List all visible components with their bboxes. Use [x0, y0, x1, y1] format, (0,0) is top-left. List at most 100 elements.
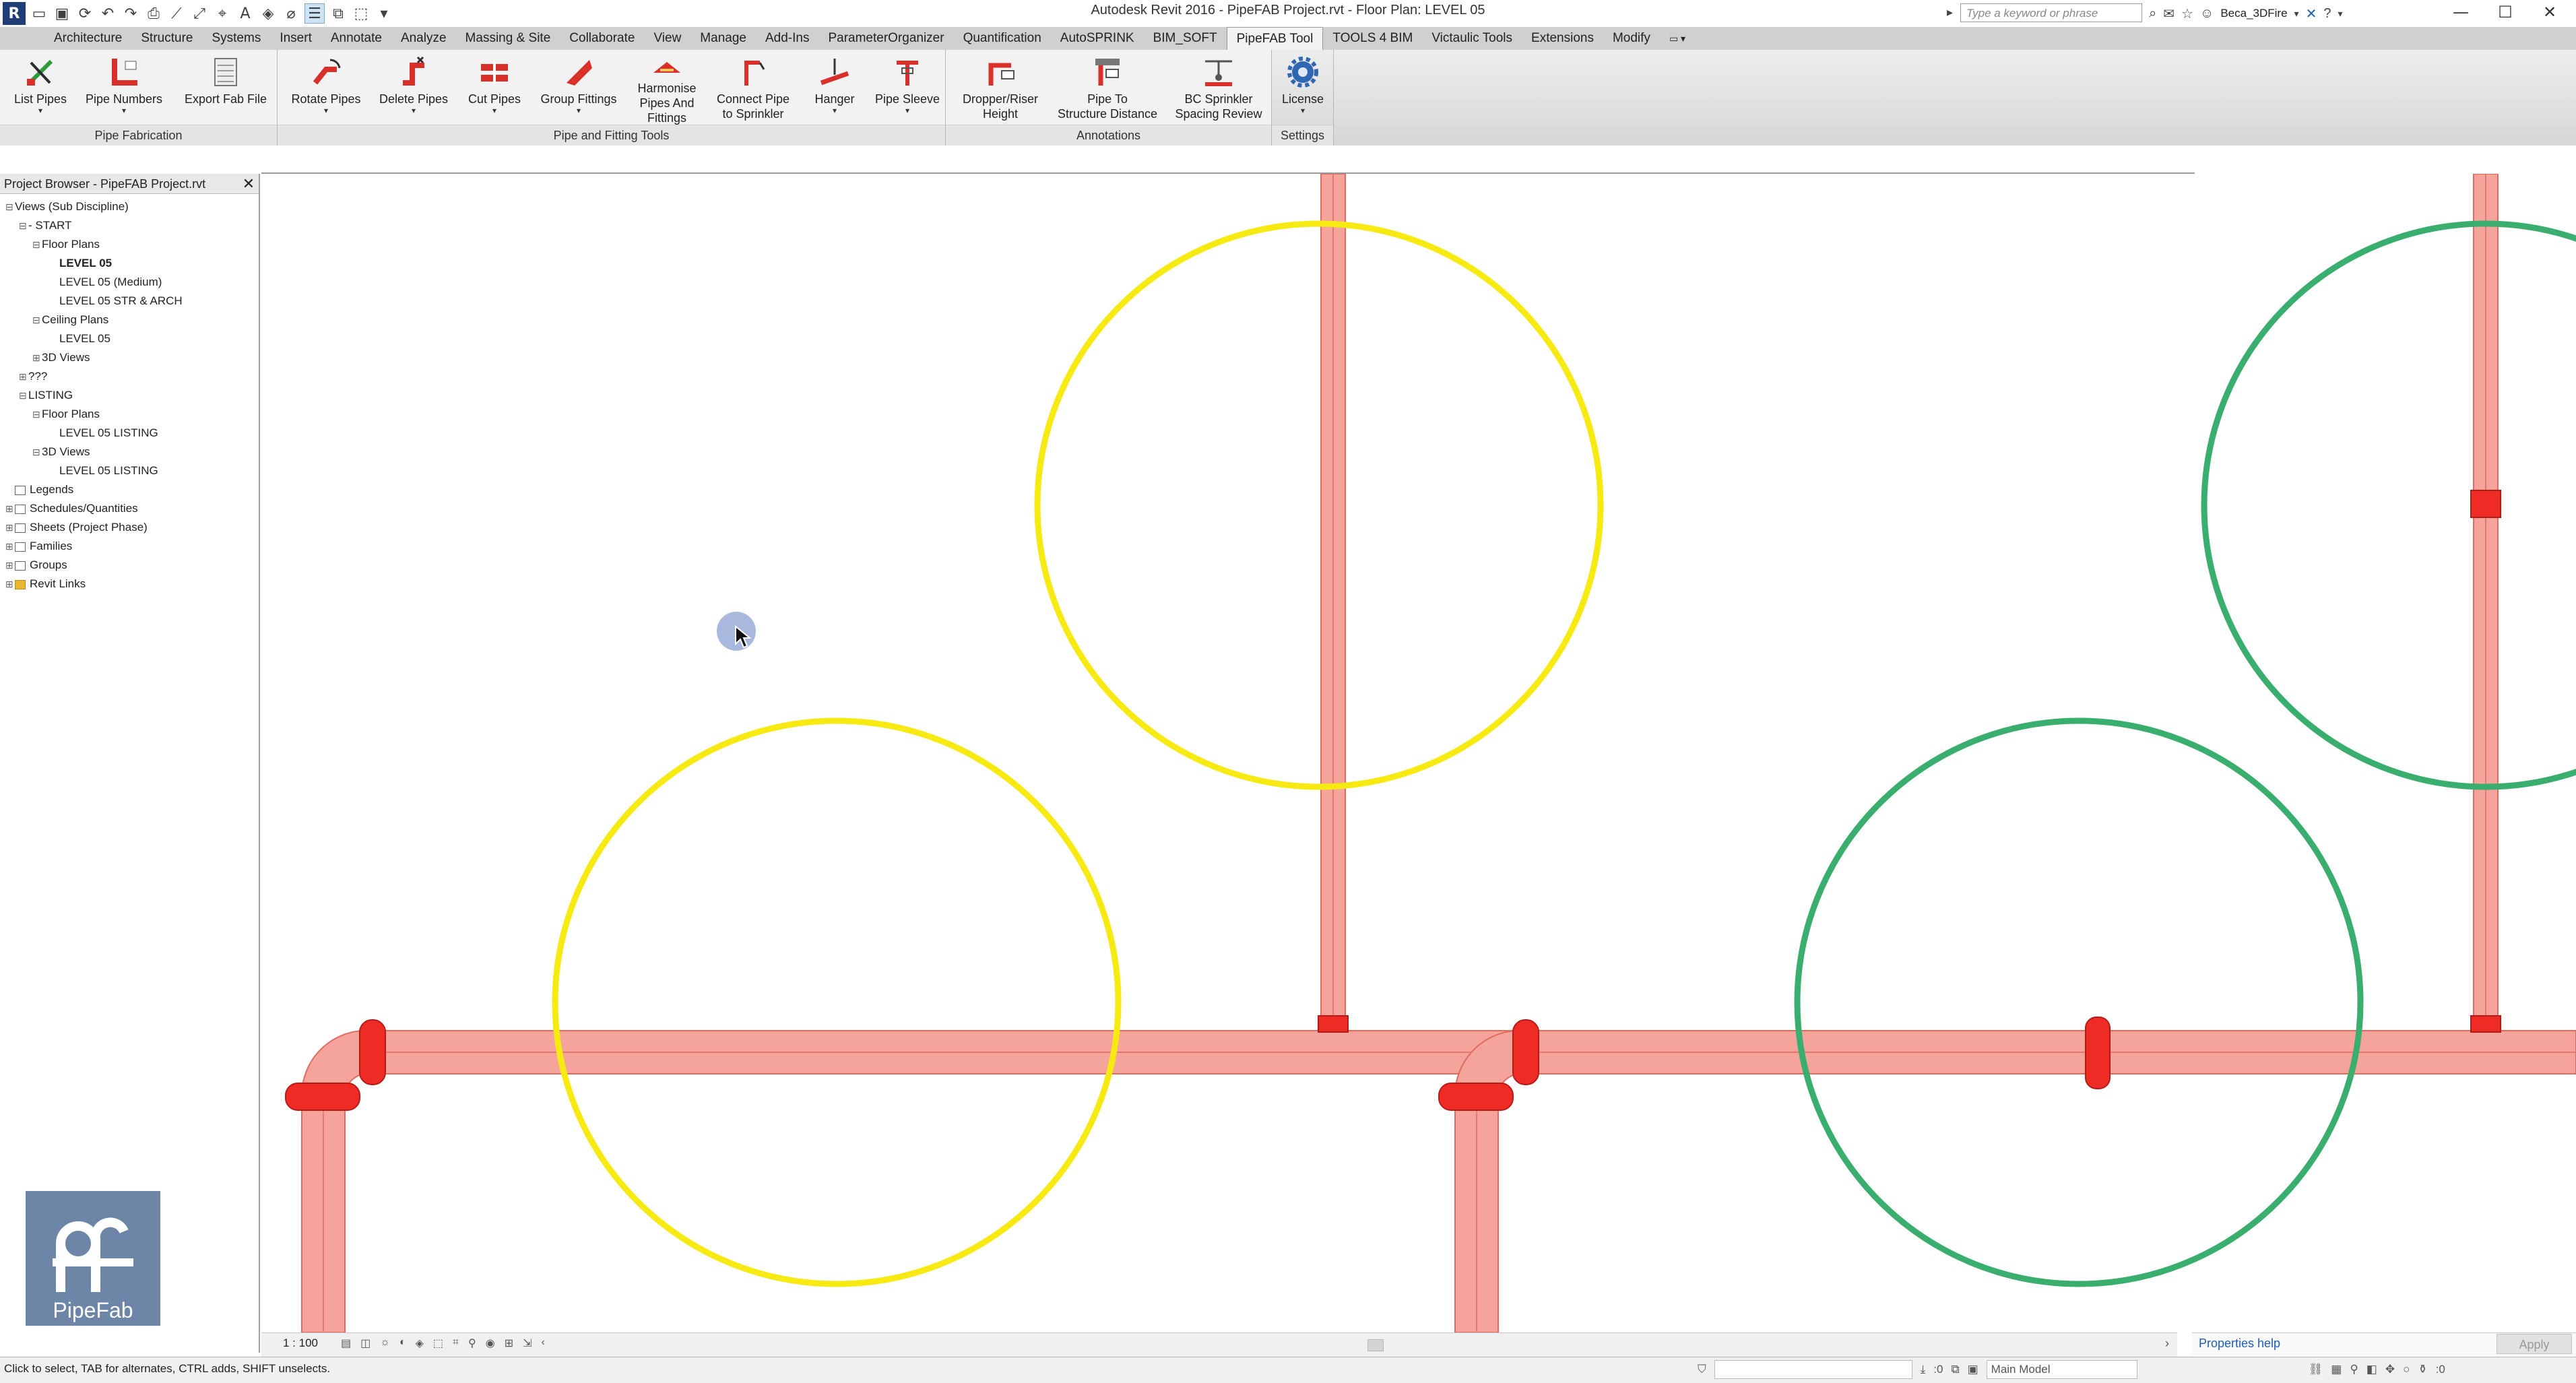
tab-insert[interactable]: Insert [270, 27, 321, 50]
tab-extensions[interactable]: Extensions [1522, 27, 1603, 50]
tab-collaborate[interactable]: Collaborate [560, 27, 644, 50]
sprinkler-coverage-circle[interactable] [552, 717, 1122, 1287]
tab-bim-soft[interactable]: BIM_SOFT [1144, 27, 1227, 50]
sprinkler-coverage-circle[interactable] [1034, 220, 1604, 790]
filter-icon[interactable]: ⚱ [2418, 1363, 2427, 1376]
tree-item-level-05-medium[interactable]: LEVEL 05 (Medium) [59, 274, 162, 291]
collapse-icon[interactable]: ⊟ [5, 198, 15, 216]
collapse-icon[interactable]: ⊟ [19, 387, 28, 404]
tab-add-ins[interactable]: Add-Ins [756, 27, 818, 50]
sprinkler-coverage-circle-ok[interactable] [2201, 220, 2576, 790]
tab-modify[interactable]: Modify [1603, 27, 1660, 50]
group-fittings-button[interactable]: Group Fittings ▾ [535, 50, 622, 125]
binoculars-icon[interactable]: ⌕ [2149, 6, 2156, 22]
minimize-icon[interactable]: — [2439, 0, 2483, 24]
user-name[interactable]: Beca_3DFire [2220, 7, 2287, 20]
tree-item-sheets[interactable]: ⊞ Sheets (Project Phase) [5, 519, 148, 536]
tab-victaulic-tools[interactable]: Victaulic Tools [1422, 27, 1522, 50]
detail-level-icon[interactable]: ▤ [341, 1337, 351, 1350]
design-options-icon[interactable]: ⧉ [1951, 1363, 1959, 1376]
editable-only-icon[interactable]: ⤓ [1921, 1363, 1926, 1376]
tree-item-legends[interactable]: Legends [5, 481, 73, 498]
background-process-icon[interactable]: ○ [2403, 1363, 2410, 1376]
maximize-icon[interactable]: ☐ [2483, 0, 2527, 24]
tab-annotate[interactable]: Annotate [321, 27, 391, 50]
tab-quantification[interactable]: Quantification [954, 27, 1051, 50]
user-icon[interactable]: ☺ [2200, 6, 2214, 22]
bc-sprinkler-spacing-review-button[interactable]: BC Sprinkler Spacing Review [1168, 50, 1269, 125]
select-pinned-icon[interactable]: ⚲ [2350, 1363, 2358, 1376]
workset-icon[interactable]: ⛉ [1698, 1363, 1706, 1376]
expand-icon[interactable]: ⊞ [5, 538, 15, 555]
tree-item-ceiling-level-05[interactable]: LEVEL 05 [59, 330, 110, 348]
visual-style-icon[interactable]: ◫ [360, 1337, 371, 1350]
sun-path-icon[interactable]: ☼ [380, 1337, 390, 1350]
help-icon[interactable]: ? [2323, 6, 2331, 22]
select-by-face-icon[interactable]: ◧ [2366, 1363, 2377, 1376]
reveal-hidden-icon[interactable]: ◉ [486, 1337, 495, 1350]
drag-elements-icon[interactable]: ✥ [2385, 1363, 2395, 1376]
shadows-icon[interactable]: ◐ [399, 1337, 406, 1350]
rotate-pipes-button[interactable]: Rotate Pipes ▾ [288, 50, 364, 125]
tree-item-groups[interactable]: ⊞ Groups [5, 556, 67, 574]
close-icon[interactable]: ✕ [240, 174, 257, 194]
horizontal-scrollbar[interactable]: › [593, 1337, 2169, 1351]
pipe-to-structure-distance-button[interactable]: Pipe To Structure Distance [1054, 50, 1161, 125]
tree-item-level-05-listing[interactable]: LEVEL 05 LISTING [59, 424, 158, 442]
tab-manage[interactable]: Manage [690, 27, 756, 50]
pipe-run-right[interactable] [1454, 173, 2576, 1333]
exclude-options-icon[interactable]: ▣ [1968, 1363, 1978, 1376]
expand-icon[interactable]: ⊞ [19, 368, 28, 385]
tab-analyze[interactable]: Analyze [391, 27, 456, 50]
highlight-displacement-icon[interactable]: ⇲ [523, 1337, 532, 1350]
tree-item-listing-floor-plans[interactable]: ⊟ Floor Plans [32, 406, 100, 423]
tree-item-views[interactable]: ⊟ Views (Sub Discipline) [5, 198, 129, 216]
ribbon-minimize-icon[interactable]: ▭ ▾ [1660, 27, 1695, 50]
search-expand-icon[interactable]: ▸ [1947, 5, 1953, 20]
tab-tools-4-bim[interactable]: TOOLS 4 BIM [1323, 27, 1422, 50]
tree-item-floor-plans[interactable]: ⊟ Floor Plans [32, 236, 100, 253]
tab-parameter-organizer[interactable]: ParameterOrganizer [818, 27, 953, 50]
tree-item-level-05-str-arch[interactable]: LEVEL 05 STR & ARCH [59, 292, 183, 310]
design-option-selector[interactable]: Main Model [1986, 1360, 2137, 1379]
harmonise-pipes-fittings-button[interactable]: Harmonise Pipes And Fittings [626, 50, 707, 125]
view-scale[interactable]: 1 : 100 [283, 1337, 318, 1350]
expand-icon[interactable]: ⊞ [5, 575, 15, 593]
tab-pipefab-tool[interactable]: PipeFAB Tool [1226, 26, 1324, 51]
expand-icon[interactable]: ⊞ [32, 349, 42, 366]
analytical-model-icon[interactable]: ⊞ [505, 1337, 513, 1350]
hanger-button[interactable]: Hanger ▾ [804, 50, 865, 125]
select-underlay-icon[interactable]: ▦ [2331, 1363, 2342, 1376]
cut-pipes-button[interactable]: Cut Pipes ▾ [461, 50, 528, 125]
tab-massing-site[interactable]: Massing & Site [456, 27, 560, 50]
expand-icon[interactable]: ⊞ [5, 556, 15, 574]
help-dropdown-icon[interactable]: ▾ [2338, 8, 2342, 20]
tab-autosprink[interactable]: AutoSPRINK [1051, 27, 1144, 50]
pipe-sleeve-button[interactable]: Pipe Sleeve ▾ [870, 50, 944, 125]
tree-item-listing[interactable]: ⊟ LISTING [19, 387, 73, 404]
scrollbar-thumb[interactable] [1367, 1339, 1384, 1351]
user-dropdown-icon[interactable]: ▾ [2294, 8, 2299, 20]
tab-systems[interactable]: Systems [202, 27, 270, 50]
help-search-input[interactable]: Type a keyword or phrase [1960, 3, 2142, 22]
pipe-fittings-right[interactable] [1438, 490, 2501, 1111]
collapse-icon[interactable]: ⊟ [32, 443, 42, 461]
tree-item-families[interactable]: ⊞ Families [5, 538, 72, 555]
render-icon[interactable]: ◈ [416, 1337, 424, 1350]
workset-selector[interactable] [1714, 1360, 1912, 1379]
scroll-right-icon[interactable]: › [2165, 1337, 2169, 1351]
apply-button[interactable]: Apply [2497, 1334, 2572, 1354]
tab-structure[interactable]: Structure [131, 27, 202, 50]
tree-item-3d-views[interactable]: ⊞ 3D Views [32, 349, 90, 366]
tab-architecture[interactable]: Architecture [44, 27, 131, 50]
pipe-numbers-button[interactable]: Pipe Numbers ▾ [84, 50, 164, 125]
collapse-icon[interactable]: ⊟ [32, 406, 42, 423]
tree-item-level-05[interactable]: LEVEL 05 [59, 255, 112, 272]
collapse-icon[interactable]: ⊟ [32, 311, 42, 329]
scroll-left-icon[interactable]: ‹ [542, 1337, 545, 1350]
expand-icon[interactable]: ⊞ [5, 519, 15, 536]
crop-view-icon[interactable]: ⬚ [433, 1337, 443, 1350]
tree-item-ceiling-plans[interactable]: ⊟ Ceiling Plans [32, 311, 108, 329]
exchange-apps-icon[interactable]: ✕ [2306, 5, 2317, 22]
tab-view[interactable]: View [644, 27, 690, 50]
